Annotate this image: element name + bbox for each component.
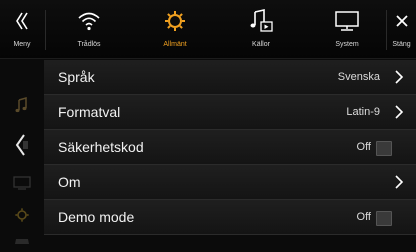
setting-row-demo-mode[interactable]: Demo mode Off [44, 200, 416, 235]
top-bar: Meny Trådlös Allmänt Källor System Stäng [0, 0, 416, 59]
setting-label: Säkerhetskod [58, 139, 144, 155]
close-label: Stäng [392, 41, 411, 48]
setting-label: Demo mode [58, 209, 135, 225]
music-icon[interactable] [0, 90, 44, 120]
setting-value: Svenska [337, 71, 380, 83]
gear-icon [132, 6, 218, 36]
setting-row-om[interactable]: Om [44, 165, 416, 200]
setting-label: Formatval [58, 104, 121, 120]
double-chevron-left-icon [0, 6, 44, 36]
setting-row-formatval[interactable]: Formatval Latin-9 [44, 95, 416, 130]
setting-value: Off [356, 211, 371, 223]
menu-button[interactable]: Meny [0, 0, 44, 58]
setting-row-sprak[interactable]: Språk Svenska [44, 60, 416, 95]
tab-system[interactable]: System [304, 0, 390, 58]
tab-label: System [335, 41, 359, 48]
monitor-icon [304, 6, 390, 36]
music-source-icon [218, 6, 304, 36]
tab-label: Trådlös [77, 41, 101, 48]
close-button[interactable]: Stäng [387, 0, 416, 58]
tab-allmant[interactable]: Allmänt [132, 0, 218, 58]
tab-label: Allmänt [163, 41, 187, 48]
wifi-icon [46, 6, 132, 36]
toggle-switch[interactable] [376, 211, 392, 226]
screen-icon[interactable] [0, 168, 44, 198]
setting-row-sakerhetskod[interactable]: Säkerhetskod Off [44, 130, 416, 165]
gear-icon[interactable] [0, 200, 44, 230]
tab-kallor[interactable]: Källor [218, 0, 304, 58]
tab-tradlos[interactable]: Trådlös [46, 0, 132, 58]
setting-label: Språk [58, 69, 95, 85]
chevron-right-icon [395, 175, 404, 189]
back-arrow-icon[interactable] [0, 130, 44, 160]
tab-label: Källor [252, 41, 270, 48]
menu-label: Meny [13, 41, 31, 48]
setting-value: Off [356, 141, 371, 153]
sidebar [0, 58, 44, 252]
setting-value: Latin-9 [346, 106, 380, 118]
close-icon [387, 6, 416, 36]
chevron-right-icon [395, 70, 404, 84]
setting-label: Om [58, 174, 81, 190]
toggle-switch[interactable] [376, 141, 392, 156]
chevron-right-icon [395, 105, 404, 119]
car-icon[interactable] [0, 230, 44, 252]
